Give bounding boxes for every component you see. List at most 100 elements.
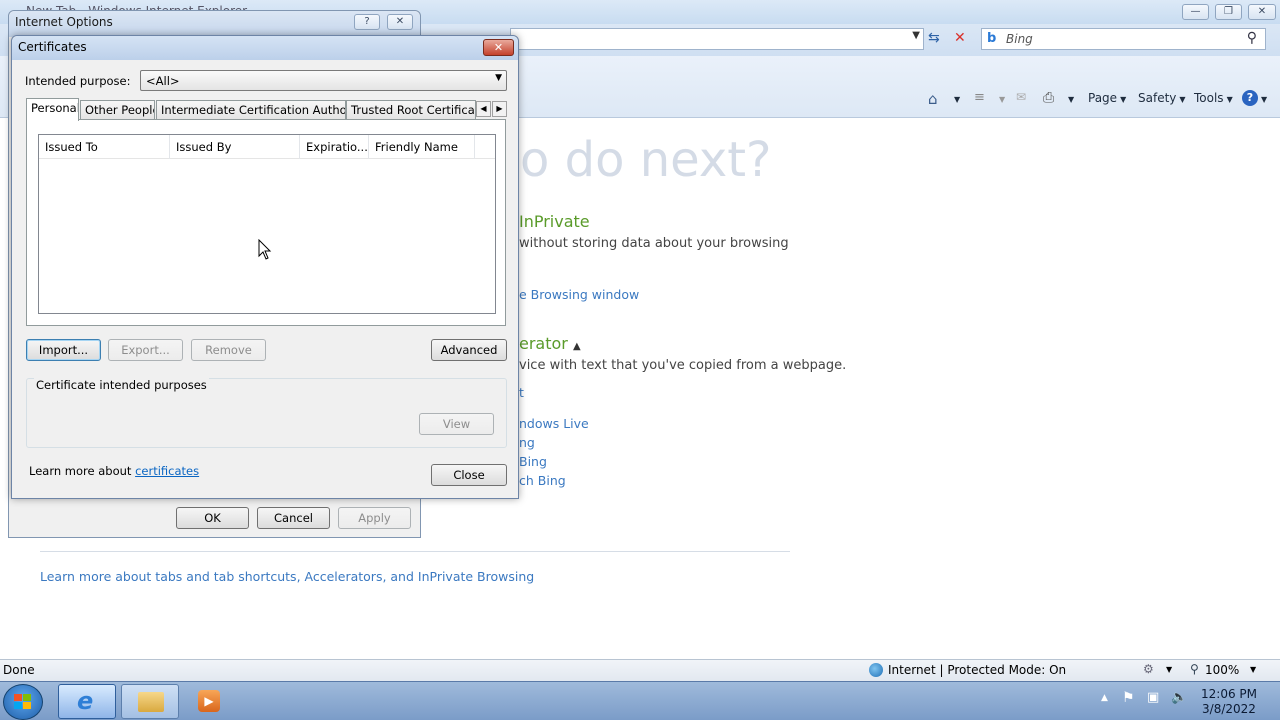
content-divider: [40, 551, 790, 552]
security-zone[interactable]: Internet | Protected Mode: On: [888, 663, 1066, 677]
intended-purpose-value: <All>: [146, 74, 180, 88]
refresh-icon[interactable]: ⇆: [928, 30, 940, 46]
accelerator-link[interactable]: ng: [519, 435, 535, 450]
column-expiration[interactable]: Expiratio...: [300, 135, 369, 159]
ok-button[interactable]: OK: [176, 507, 249, 529]
inprivate-text: without storing data about your browsing: [519, 236, 789, 251]
close-button[interactable]: Close: [431, 464, 507, 486]
print-icon[interactable]: ⎙: [1043, 90, 1059, 106]
globe-icon: [869, 663, 883, 677]
column-issued-by[interactable]: Issued By: [170, 135, 300, 159]
page-menu[interactable]: Page ▼: [1088, 91, 1126, 105]
feeds-icon[interactable]: ≡: [974, 90, 990, 106]
status-dropdown-icon[interactable]: ▼: [1166, 665, 1172, 674]
certificates-link[interactable]: certificates: [135, 464, 199, 478]
address-dropdown-icon[interactable]: ▼: [912, 30, 920, 41]
certificates-title-bar: Certificates ✕: [12, 36, 518, 60]
intended-purpose-label: Intended purpose:: [25, 74, 131, 88]
intended-purposes-label: Certificate intended purposes: [34, 378, 209, 392]
status-bar: Done Internet | Protected Mode: On ⚙ ▼ ⚲…: [0, 659, 1280, 681]
learn-more-text: Learn more about certificates: [29, 464, 200, 478]
import-button[interactable]: Import...: [26, 339, 101, 361]
status-text: Done: [3, 663, 35, 677]
view-button[interactable]: View: [419, 413, 494, 435]
start-button[interactable]: [3, 684, 43, 720]
search-box[interactable]: b Bing ⚲: [981, 28, 1266, 50]
intended-purpose-select[interactable]: <All> ▼: [140, 70, 507, 91]
safety-menu[interactable]: Safety ▼: [1138, 91, 1186, 105]
tab-intermediate-ca[interactable]: Intermediate Certification Authorities: [156, 100, 346, 120]
folder-icon: [138, 692, 164, 712]
page-heading: o do next?: [520, 132, 772, 188]
stop-icon[interactable]: ✕: [954, 30, 966, 46]
clock[interactable]: 12:06 PM 3/8/2022: [1196, 687, 1262, 717]
close-icon[interactable]: ✕: [483, 39, 514, 56]
internet-options-title-bar: Internet Options ? ✕: [9, 11, 420, 37]
taskbar-ie[interactable]: e: [58, 684, 116, 719]
accelerator-link[interactable]: ch Bing: [519, 473, 566, 488]
inprivate-heading: InPrivate: [519, 212, 590, 231]
tab-scroll-right-icon[interactable]: ▶: [492, 101, 507, 117]
tab-other-people[interactable]: Other People: [80, 100, 155, 120]
certificates-dialog: Certificates ✕ Intended purpose: <All> ▼…: [11, 35, 519, 499]
zoom-level[interactable]: 100%: [1205, 663, 1239, 677]
zoom-dropdown-icon[interactable]: ▼: [1250, 665, 1256, 674]
accelerator-link[interactable]: ndows Live: [519, 416, 589, 431]
certificate-list[interactable]: Issued To Issued By Expiratio... Friendl…: [38, 134, 496, 314]
advanced-button[interactable]: Advanced: [431, 339, 507, 361]
inprivate-link[interactable]: e Browsing window: [519, 287, 639, 302]
volume-muted-icon[interactable]: 🔈: [1171, 690, 1187, 705]
internet-explorer-icon: e: [77, 687, 94, 715]
internet-options-title: Internet Options: [15, 15, 113, 29]
certificates-title: Certificates: [18, 40, 87, 54]
help-icon[interactable]: ?: [1242, 90, 1258, 106]
tab-trusted-root[interactable]: Trusted Root Certification: [346, 100, 476, 120]
accelerator-link[interactable]: t: [519, 385, 524, 400]
learn-more-link[interactable]: Learn more about tabs and tab shortcuts,…: [40, 569, 534, 584]
protected-mode-icon[interactable]: ⚙: [1143, 662, 1154, 676]
column-issued-to[interactable]: Issued To: [39, 135, 170, 159]
search-icon[interactable]: ⚲: [1247, 30, 1257, 46]
chevron-down-icon: ▼: [495, 73, 502, 83]
tools-menu[interactable]: Tools ▼: [1194, 91, 1233, 105]
show-hidden-icons[interactable]: ▲: [1101, 693, 1108, 703]
feeds-dropdown-icon[interactable]: ▼: [999, 95, 1005, 104]
refresh-stop-group: ⇆ ✕: [926, 30, 974, 50]
network-icon[interactable]: ▣: [1147, 690, 1159, 705]
taskbar-explorer[interactable]: [121, 684, 179, 719]
export-button[interactable]: Export...: [108, 339, 183, 361]
help-dropdown-icon[interactable]: ▼: [1261, 95, 1267, 104]
accelerator-link[interactable]: Bing: [519, 454, 547, 469]
intended-purposes-group: Certificate intended purposes View: [26, 378, 507, 448]
mail-icon[interactable]: ✉: [1016, 90, 1032, 106]
zoom-icon[interactable]: ⚲: [1190, 662, 1199, 676]
minimize-button[interactable]: —: [1182, 4, 1209, 20]
tab-panel: Issued To Issued By Expiratio... Friendl…: [26, 119, 506, 326]
accelerator-text: vice with text that you've copied from a…: [519, 358, 847, 373]
help-icon[interactable]: ?: [354, 14, 380, 30]
taskbar-media-player[interactable]: ▶: [184, 684, 224, 719]
bing-icon: b: [987, 31, 997, 46]
address-bar[interactable]: ▼: [510, 28, 924, 50]
collapse-icon[interactable]: ▲: [573, 341, 581, 352]
tab-scroll-left-icon[interactable]: ◀: [476, 101, 491, 117]
tab-personal[interactable]: Personal: [26, 98, 79, 121]
search-placeholder: Bing: [1006, 32, 1033, 46]
cancel-button[interactable]: Cancel: [257, 507, 330, 529]
close-icon[interactable]: ✕: [387, 14, 413, 30]
action-center-icon[interactable]: ⚑: [1122, 690, 1135, 706]
remove-button[interactable]: Remove: [191, 339, 266, 361]
clock-date: 3/8/2022: [1202, 702, 1256, 716]
apply-button[interactable]: Apply: [338, 507, 411, 529]
column-friendly-name[interactable]: Friendly Name: [369, 135, 475, 159]
taskbar: e ▶ ▲ ⚑ ▣ 🔈 12:06 PM 3/8/2022: [0, 681, 1280, 720]
restore-button[interactable]: ❐: [1215, 4, 1242, 20]
home-dropdown-icon[interactable]: ▼: [954, 95, 960, 104]
close-window-button[interactable]: ✕: [1248, 4, 1276, 20]
windows-logo-icon: [14, 694, 32, 710]
certificate-tabs: Personal Other People Intermediate Certi…: [26, 98, 507, 121]
accelerator-heading: erator ▲: [519, 334, 581, 353]
print-dropdown-icon[interactable]: ▼: [1068, 95, 1074, 104]
home-icon[interactable]: ⌂: [928, 90, 944, 108]
list-header: Issued To Issued By Expiratio... Friendl…: [39, 135, 495, 159]
